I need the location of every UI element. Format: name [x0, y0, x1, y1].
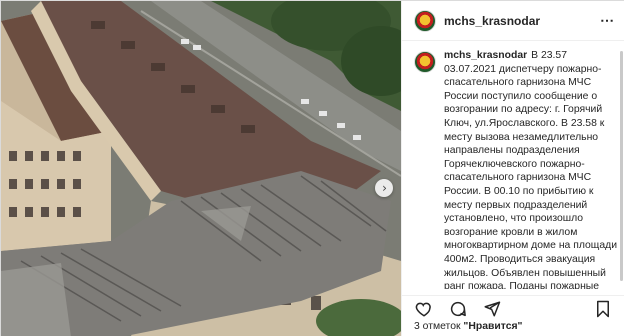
caption-text: В 23.57 03.07.2021 диспетчеру пожарно-сп… [444, 50, 618, 289]
share-icon[interactable] [482, 299, 502, 319]
post-photo[interactable]: › [1, 1, 401, 336]
more-options-icon[interactable]: ⋯ [600, 12, 615, 29]
avatar[interactable] [414, 9, 436, 32]
aerial-building-image [1, 1, 401, 336]
caption-username[interactable]: mchs_krasnodar [444, 50, 527, 61]
caption-scrollbar[interactable] [620, 51, 623, 287]
post-header: mchs_krasnodar ⋯ [402, 1, 624, 41]
scrollbar-thumb[interactable] [620, 51, 623, 281]
next-photo-button[interactable]: › [375, 179, 393, 197]
bookmark-icon[interactable] [593, 299, 613, 319]
likes-prefix: 3 отметок [414, 321, 461, 332]
post-username[interactable]: mchs_krasnodar [444, 14, 600, 28]
post-side-panel: mchs_krasnodar ⋯ mchs_krasnodar В 23.57 0… [401, 1, 624, 336]
likes-suffix: "Нравится" [463, 321, 523, 332]
chevron-right-icon: › [382, 181, 387, 195]
heart-icon[interactable] [414, 299, 434, 319]
post-caption: mchs_krasnodar В 23.57 03.07.2021 диспетч… [414, 49, 619, 289]
instagram-post: › mchs_krasnodar ⋯ mchs_krasnodar В 23.57… [0, 0, 624, 336]
post-actions [402, 295, 624, 319]
likes-count[interactable]: 3 отметок "Нравится" [414, 321, 522, 332]
caption-avatar[interactable] [414, 51, 436, 73]
caption-body: mchs_krasnodar В 23.57 03.07.2021 диспетч… [444, 49, 619, 289]
comment-icon[interactable] [448, 299, 468, 319]
